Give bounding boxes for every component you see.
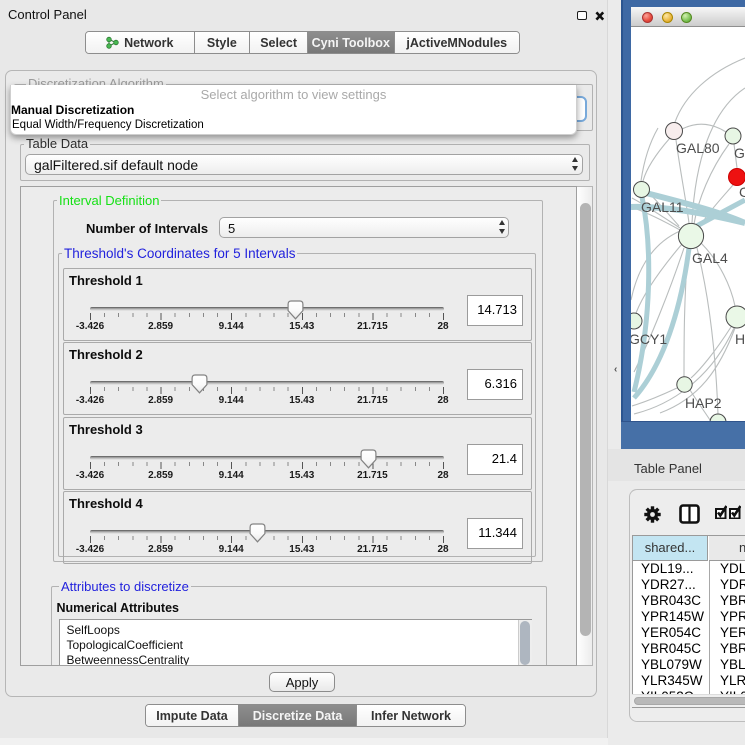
svg-text:GAL80: GAL80 xyxy=(676,140,720,156)
svg-text:C: C xyxy=(739,184,745,200)
svg-text:H: H xyxy=(735,331,745,347)
svg-text:HAP2: HAP2 xyxy=(685,395,722,411)
svg-text:GAL11: GAL11 xyxy=(641,199,684,215)
svg-text:GCY1: GCY1 xyxy=(631,331,667,347)
svg-text:G: G xyxy=(734,145,745,161)
svg-text:GAL4: GAL4 xyxy=(692,250,728,266)
